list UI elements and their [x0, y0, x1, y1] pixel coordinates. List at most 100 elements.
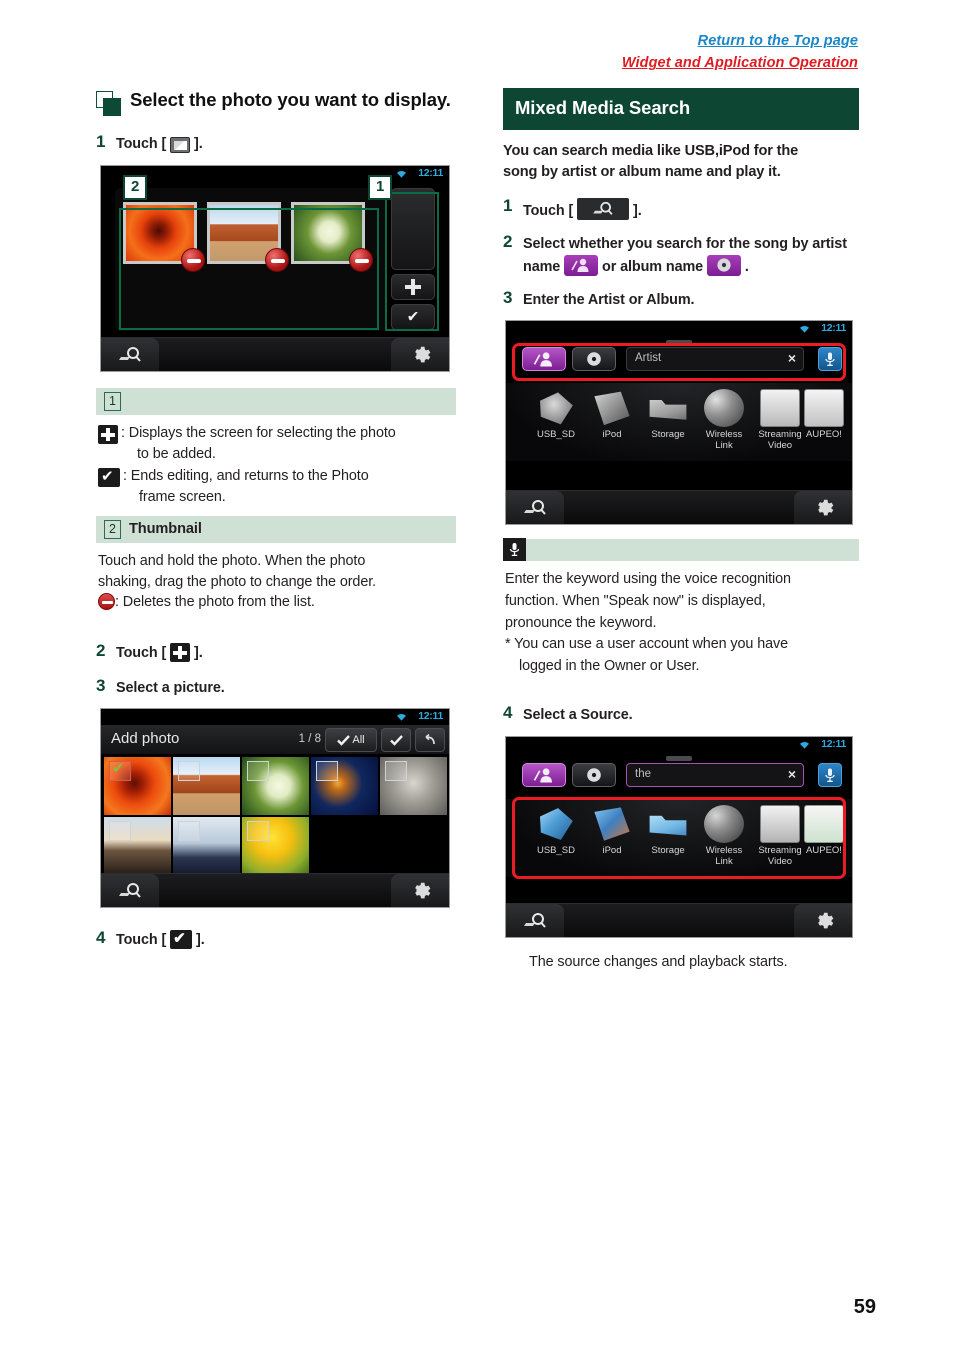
album-tab[interactable] — [572, 763, 616, 788]
search-bar-highlight — [512, 343, 846, 382]
photo-cell[interactable] — [173, 757, 240, 816]
settings-button[interactable] — [391, 874, 449, 908]
mixed-media-search-button[interactable] — [101, 337, 159, 371]
legend-header-1: 1 — [96, 387, 456, 416]
source-item-usb-sd[interactable]: USB_SD — [528, 389, 584, 441]
section-link[interactable]: Widget and Application Operation — [622, 52, 858, 74]
select-all-button[interactable]: All — [325, 728, 377, 753]
photo-cell[interactable] — [173, 817, 240, 876]
source-item-aupeo[interactable]: AUPEO! — [796, 389, 852, 441]
step-text: Touch [ ]. — [116, 132, 203, 155]
step-text: Touch [ ]. — [116, 928, 205, 951]
album-icon[interactable] — [706, 254, 741, 276]
photo-cell[interactable] — [104, 817, 171, 876]
source-item-storage[interactable]: Storage — [640, 389, 696, 441]
wifi-icon — [397, 714, 406, 722]
photo-cell[interactable] — [380, 757, 447, 816]
legend-number: 1 — [104, 391, 121, 412]
check-icon — [98, 467, 120, 488]
step-number: 2 — [96, 640, 106, 660]
selection-checkbox[interactable] — [316, 761, 338, 782]
photo-grid[interactable] — [104, 757, 447, 876]
note-line: function. When "Speak now" is displayed, — [505, 592, 766, 609]
step-4: 4 Touch [ ]. — [96, 928, 456, 951]
photo-edit-icon[interactable] — [170, 137, 191, 153]
mixed-media-search-button[interactable] — [506, 904, 564, 938]
legend-text-cont: to be added. — [137, 445, 216, 462]
step-text-part1: Select whether you search for the song — [523, 236, 788, 253]
source-label: AUPEO! — [806, 429, 842, 441]
source-label: USB_SD — [536, 429, 575, 441]
artist-icon[interactable] — [564, 254, 599, 276]
step-text-after: ]. — [194, 644, 203, 661]
selection-checkbox[interactable] — [178, 761, 200, 782]
photo-cell[interactable] — [242, 817, 309, 876]
selection-checkbox[interactable] — [385, 761, 407, 782]
step-text: Touch [ ]. — [116, 641, 203, 664]
selection-checkbox[interactable] — [109, 821, 131, 842]
drag-handle[interactable] — [666, 756, 692, 762]
source-row: USB_SD iPod Storage Wireless Link Stream… — [506, 383, 852, 462]
step-text-after: ]. — [196, 932, 205, 949]
back-button[interactable] — [415, 728, 445, 753]
mixed-media-search-button[interactable] — [101, 874, 159, 908]
mixed-media-search-button[interactable] — [506, 491, 564, 525]
legend-row: : Deletes the photo from the list. — [98, 592, 454, 613]
search-input[interactable]: the × — [626, 763, 804, 788]
note-header — [503, 538, 859, 562]
screenshot-select-source: 12:11 the × USB_SD iPod Storage Wireless… — [505, 736, 853, 939]
note-line: * You can use a user account when you ha… — [505, 636, 789, 653]
step-text-part3: or album name — [602, 258, 704, 275]
confirm-button[interactable] — [381, 728, 411, 753]
check-icon[interactable] — [170, 929, 193, 950]
photo-cell[interactable] — [311, 757, 378, 816]
source-row-highlight — [512, 797, 846, 880]
step-text: Select a picture. — [116, 679, 225, 696]
source-item-wireless-link[interactable]: Wireless Link — [696, 389, 752, 452]
photo-cell[interactable] — [242, 757, 309, 816]
bottom-bar — [506, 903, 852, 938]
wifi-icon — [397, 170, 406, 178]
bottom-bar — [506, 490, 852, 525]
photo-cell[interactable] — [104, 757, 171, 816]
step-1: 1 Touch [ ]. — [503, 196, 859, 222]
selection-checkbox[interactable] — [247, 821, 269, 842]
selection-checkbox[interactable] — [247, 761, 269, 782]
screenshot-add-photo: 12:11 Add photo 1 / 8 All — [100, 708, 450, 909]
settings-button[interactable] — [794, 491, 852, 525]
selection-checkbox[interactable] — [109, 759, 131, 782]
mixed-media-search-icon[interactable] — [577, 198, 630, 221]
manual-page: Return to the Top page Widget and Applic… — [0, 0, 954, 1354]
page-header-links: Return to the Top page Widget and Applic… — [622, 30, 858, 75]
step-text-after: ]. — [194, 136, 203, 152]
settings-button[interactable] — [391, 337, 449, 371]
wireless-link-icon — [704, 389, 744, 428]
status-bar: 12:11 — [101, 165, 449, 182]
step-number: 1 — [96, 132, 106, 151]
step-text-before: Touch [ — [116, 932, 167, 949]
selection-checkbox[interactable] — [178, 821, 200, 842]
legend-body-2: Touch and hold the photo. When the photo… — [96, 543, 456, 619]
legend-text-cont: frame screen. — [139, 489, 226, 506]
artist-tab[interactable] — [522, 763, 566, 788]
check-icon — [337, 735, 351, 746]
legend-text: : Ends editing, and returns to the Photo — [123, 468, 369, 485]
settings-button[interactable] — [794, 904, 852, 938]
voice-input-button[interactable] — [818, 763, 842, 788]
left-column: Select the photo you want to display. 1 … — [96, 88, 456, 961]
source-item-ipod[interactable]: iPod — [584, 389, 640, 441]
step-text-before: Touch [ — [523, 203, 574, 220]
clear-icon[interactable]: × — [788, 766, 796, 782]
note-line: Enter the keyword using the voice recogn… — [505, 571, 791, 588]
storage-folder-icon — [649, 400, 687, 420]
intro-line-2: song by artist or album name and play it… — [503, 163, 781, 180]
note-line: pronounce the keyword. — [505, 614, 657, 631]
step-text-part4: . — [744, 258, 749, 275]
bottom-bar — [101, 873, 449, 908]
step-number: 1 — [503, 196, 513, 216]
return-to-top-link[interactable]: Return to the Top page — [622, 30, 858, 52]
aupeo-icon — [804, 389, 844, 428]
legend-text: shaking, drag the photo to change the or… — [98, 573, 377, 590]
legend-row: : Ends editing, and returns to the Photo… — [98, 466, 454, 507]
plus-icon[interactable] — [170, 642, 191, 662]
